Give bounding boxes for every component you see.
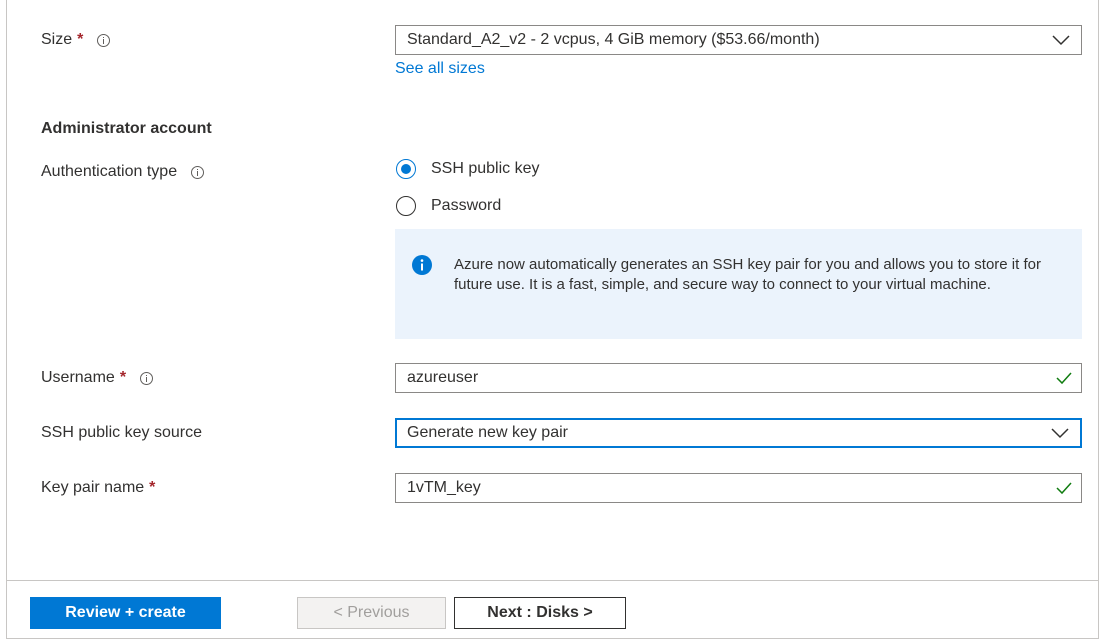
chevron-down-icon [1052, 35, 1070, 46]
size-dropdown[interactable]: Standard_A2_v2 - 2 vcpus, 4 GiB memory (… [395, 25, 1082, 55]
username-label-text: Username [41, 369, 115, 386]
authentication-type-label-text: Authentication type [41, 163, 178, 180]
size-label-text: Size [41, 31, 73, 48]
key-pair-name-input[interactable]: 1vTM_key [395, 473, 1082, 503]
checkmark-icon [1056, 372, 1072, 385]
info-message-box: Azure now automatically generates an SSH… [395, 229, 1082, 339]
next-disks-button[interactable]: Next : Disks > [454, 597, 626, 629]
username-label: Username * [41, 369, 154, 387]
radio-label: Password [431, 197, 502, 214]
username-input-value: azureuser [407, 369, 479, 386]
required-mark: * [149, 479, 156, 496]
info-icon[interactable] [97, 33, 111, 47]
required-mark: * [119, 369, 127, 386]
previous-button[interactable]: < Previous [297, 597, 446, 629]
size-dropdown-value: Standard_A2_v2 - 2 vcpus, 4 GiB memory (… [407, 31, 820, 48]
username-input[interactable]: azureuser [395, 363, 1082, 393]
authentication-type-label: Authentication type [41, 163, 205, 181]
radio-button-selected[interactable] [396, 159, 416, 179]
info-icon[interactable] [140, 371, 154, 385]
info-icon[interactable] [191, 165, 205, 179]
checkmark-icon [1056, 482, 1072, 495]
chevron-down-icon [1051, 428, 1069, 439]
key-pair-name-input-value: 1vTM_key [407, 479, 481, 496]
key-pair-name-label: Key pair name * [41, 479, 155, 497]
info-message-text: Azure now automatically generates an SSH… [454, 256, 1041, 293]
radio-password[interactable]: Password [396, 196, 501, 216]
key-pair-name-label-text: Key pair name [41, 479, 145, 496]
see-all-sizes-link[interactable]: See all sizes [395, 60, 485, 78]
radio-ssh-public-key[interactable]: SSH public key [396, 159, 540, 179]
footer-divider [7, 580, 1098, 581]
ssh-key-source-dropdown[interactable]: Generate new key pair [395, 418, 1082, 448]
info-filled-icon [412, 255, 432, 275]
section-heading-administrator-account: Administrator account [41, 120, 212, 137]
radio-button[interactable] [396, 196, 416, 216]
required-mark: * [77, 31, 84, 48]
review-create-button[interactable]: Review + create [30, 597, 221, 629]
ssh-key-source-dropdown-value: Generate new key pair [407, 424, 568, 441]
ssh-key-source-label-text: SSH public key source [41, 424, 202, 441]
radio-label: SSH public key [431, 160, 540, 177]
size-label: Size * [41, 31, 111, 49]
ssh-key-source-label: SSH public key source [41, 424, 202, 442]
